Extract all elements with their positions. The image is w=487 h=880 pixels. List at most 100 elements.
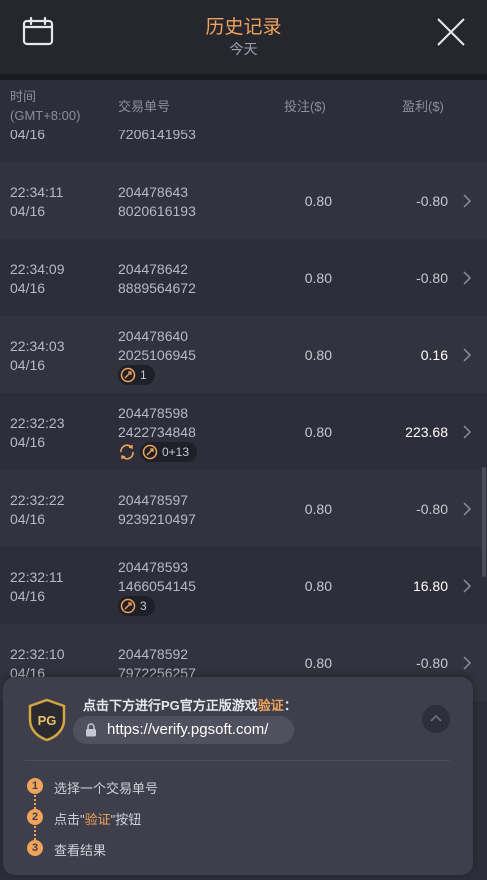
row-id-part1: 204478598 xyxy=(118,405,189,421)
row-id-part2: 1466054145 xyxy=(118,578,196,594)
close-icon[interactable] xyxy=(435,16,467,48)
chevron-right-icon[interactable] xyxy=(462,502,472,516)
free-spin-badge: 3 xyxy=(118,596,155,616)
row-id-part2: 8020616193 xyxy=(118,203,196,219)
verify-instruction: 点击下方进行PG官方正版游戏验证： xyxy=(83,695,297,714)
row-id-part2: 2422734848 xyxy=(118,424,196,440)
table-row[interactable]: 22:32:11 04/16 204478593 1466054145 3 0.… xyxy=(0,547,487,624)
step-2-text: 点击"验证"按钮 xyxy=(54,809,141,828)
row-profit: 16.80 xyxy=(412,578,448,594)
date-filter-label[interactable]: 今天 xyxy=(0,39,487,59)
scrollbar-thumb[interactable] xyxy=(482,467,486,577)
row-bet: 0.80 xyxy=(304,347,332,363)
row-time: 22:34:03 xyxy=(10,338,65,354)
row-id-part2: 2025106945 xyxy=(118,347,196,363)
row-date: 04/16 xyxy=(10,130,46,142)
table-row[interactable]: 22:32:23 04/16 204478598 2422734848 0+13… xyxy=(0,393,487,470)
row-profit: 223.68 xyxy=(405,424,448,440)
panel-divider xyxy=(25,760,450,761)
column-header-row: 时间 (GMT+8:00) 交易单号 投注($) 盈利($) xyxy=(0,80,487,130)
row-date: 04/16 xyxy=(10,280,46,296)
row-profit: 0.16 xyxy=(420,347,448,363)
row-bet: 0.80 xyxy=(304,193,332,209)
free-spin-icon xyxy=(120,598,136,614)
chevron-right-icon[interactable] xyxy=(462,579,472,593)
verify-panel: PG 点击下方进行PG官方正版游戏验证： https://verify.pgso… xyxy=(3,677,473,875)
row-time: 22:32:10 xyxy=(10,646,65,662)
table-row[interactable]: 22:34:11 04/16 204478643 8020616193 0.80… xyxy=(0,162,487,239)
verify-colon: ： xyxy=(283,698,297,713)
table-row[interactable]: 22:32:22 04/16 204478597 9239210497 0.80… xyxy=(0,470,487,547)
row-id-part1: 204478642 xyxy=(118,261,189,277)
free-spin-icon xyxy=(120,367,136,383)
row-bet: 0.80 xyxy=(304,501,332,517)
chevron-right-icon[interactable] xyxy=(462,271,472,285)
row-time: 22:34:09 xyxy=(10,261,65,277)
column-time-label: 时间 xyxy=(10,89,37,104)
row-time: 22:32:22 xyxy=(10,492,65,508)
step-number-2: 2 xyxy=(27,809,43,825)
row-profit: -0.80 xyxy=(416,193,448,209)
page-title: 历史记录 xyxy=(205,17,282,38)
step-2-post: "按钮 xyxy=(110,812,142,827)
row-date: 04/16 xyxy=(10,434,46,450)
badge-count: 3 xyxy=(140,599,147,613)
table-row[interactable]: 22:34:09 04/16 204478642 8889564672 0.80… xyxy=(0,239,487,316)
verify-instruction-text: 点击下方进行PG官方正版游戏 xyxy=(83,698,258,713)
step-number-3: 3 xyxy=(27,840,43,856)
column-profit: 盈利($) xyxy=(402,99,444,114)
row-bet: 0.80 xyxy=(304,578,332,594)
badge-count: 0+13 xyxy=(162,445,190,459)
step-number-1: 1 xyxy=(27,778,43,794)
row-id-part1: 204478597 xyxy=(118,492,189,508)
free-spin-icon xyxy=(142,444,158,460)
step-1-text: 选择一个交易单号 xyxy=(54,781,159,796)
step-connector xyxy=(34,826,38,840)
row-id-part1: 204478593 xyxy=(118,559,189,575)
row-bet: 0.80 xyxy=(304,424,332,440)
respin-icon xyxy=(120,444,134,460)
step-2-pre: 点击" xyxy=(54,812,85,827)
pg-logo-text: PG xyxy=(38,713,57,728)
step-2-highlight: 验证 xyxy=(84,812,111,827)
lock-icon xyxy=(86,723,96,737)
badge-count: 1 xyxy=(140,368,147,382)
row-id-part2: 8889564672 xyxy=(118,280,196,296)
row-time: 22:32:23 xyxy=(10,415,65,431)
chevron-right-icon[interactable] xyxy=(462,348,472,362)
column-bet: 投注($) xyxy=(284,99,326,114)
row-profit: -0.80 xyxy=(416,270,448,286)
free-spin-badge: 0+13 xyxy=(140,442,198,462)
row-id-part1: 204478643 xyxy=(118,184,189,200)
row-date: 04/16 xyxy=(10,511,46,527)
verify-url-link[interactable]: https://verify.pgsoft.com/ xyxy=(73,716,294,744)
free-spin-badge: 1 xyxy=(118,365,155,385)
row-time: 22:34:11 xyxy=(10,184,64,200)
table-row[interactable]: 22:34:03 04/16 204478640 2025106945 1 0.… xyxy=(0,316,487,393)
row-time: 22:32:11 xyxy=(10,569,64,585)
chevron-right-icon[interactable] xyxy=(462,194,472,208)
row-bet: 0.80 xyxy=(304,270,332,286)
row-profit: -0.80 xyxy=(416,501,448,517)
row-id-part1: 204478592 xyxy=(118,646,189,662)
verify-url-text[interactable]: https://verify.pgsoft.com/ xyxy=(107,721,268,738)
step-connector xyxy=(34,795,38,809)
column-timezone-label: (GMT+8:00) xyxy=(10,108,81,123)
row-id-part2: 7206141953 xyxy=(118,130,196,142)
chevron-right-icon[interactable] xyxy=(462,656,472,670)
row-date: 04/16 xyxy=(10,203,46,219)
column-transaction-id: 交易单号 xyxy=(118,99,171,114)
table-row[interactable]: 04/16 7206141953 xyxy=(0,130,487,162)
row-id-part2: 9239210497 xyxy=(118,511,196,527)
row-profit: -0.80 xyxy=(416,655,448,671)
row-date: 04/16 xyxy=(10,588,46,604)
row-bet: 0.80 xyxy=(304,655,332,671)
header-bar: 历史记录 今天 xyxy=(0,0,487,74)
pg-shield-logo: PG xyxy=(28,698,66,742)
chevron-up-icon[interactable] xyxy=(422,705,450,733)
row-date: 04/16 xyxy=(10,357,46,373)
step-3-text: 查看结果 xyxy=(54,843,107,858)
verify-highlight: 验证 xyxy=(257,698,284,713)
row-id-part1: 204478640 xyxy=(118,328,189,344)
chevron-right-icon[interactable] xyxy=(462,425,472,439)
